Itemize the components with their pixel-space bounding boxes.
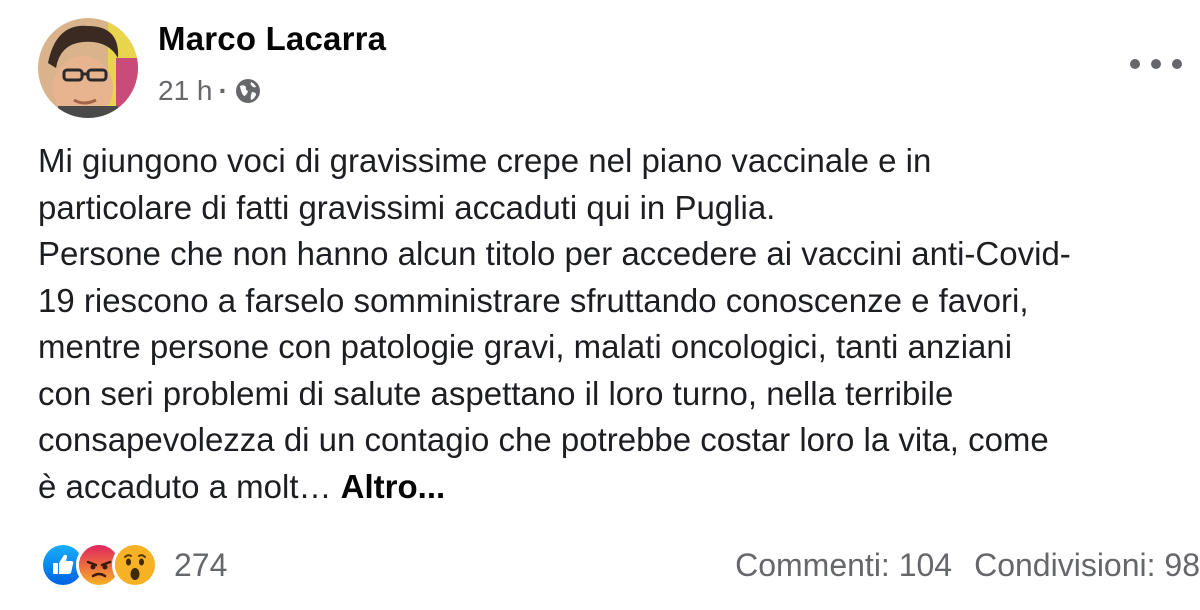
more-dot: [1151, 59, 1161, 69]
post-text-line: Persone che non hanno alcun titolo per a…: [38, 235, 1071, 272]
post-text-line: mentre persone con patologie gravi, mala…: [38, 328, 1013, 365]
globe-icon: [234, 77, 262, 105]
meta-separator: ·: [218, 75, 228, 106]
reactions-summary[interactable]: 274: [40, 540, 227, 590]
more-dot: [1130, 59, 1140, 69]
shares-count[interactable]: Condivisioni: 98: [974, 547, 1200, 584]
post-stats: Commenti: 104 Condivisioni: 98: [735, 540, 1200, 590]
see-more-link[interactable]: Altro...: [341, 468, 446, 505]
post-text-line: 19 riescono a farselo somministrare sfru…: [38, 281, 1029, 319]
avatar[interactable]: [38, 18, 138, 118]
wow-icon: [112, 542, 158, 588]
more-dot: [1172, 59, 1182, 69]
post-text-line: con seri problemi di salute aspettano il…: [38, 374, 954, 412]
post-text-line: particolare di fatti gravissimi accaduti…: [38, 188, 776, 226]
post-time[interactable]: 21 h: [158, 75, 213, 107]
reaction-count: 274: [174, 546, 228, 583]
author-name[interactable]: Marco Lacarra: [158, 20, 386, 58]
post-meta: 21 h ·: [158, 72, 262, 110]
post-text-line: è accaduto a molt…: [38, 467, 332, 505]
post-text: Mi giungono voci di gravissime crepe nel…: [38, 138, 1188, 510]
comments-count[interactable]: Commenti: 104: [735, 547, 952, 584]
facebook-post: Marco Lacarra 21 h · Mi giungono voci di…: [0, 0, 1200, 610]
reaction-icons: [40, 542, 158, 588]
post-text-last-line: è accaduto a molt… Altro...: [38, 464, 1188, 511]
post-text-line: Mi giungono voci di gravissime crepe nel…: [38, 142, 932, 179]
more-options-icon[interactable]: [1130, 52, 1182, 76]
post-text-line: consapevolezza di un contagio che potreb…: [38, 421, 1049, 458]
